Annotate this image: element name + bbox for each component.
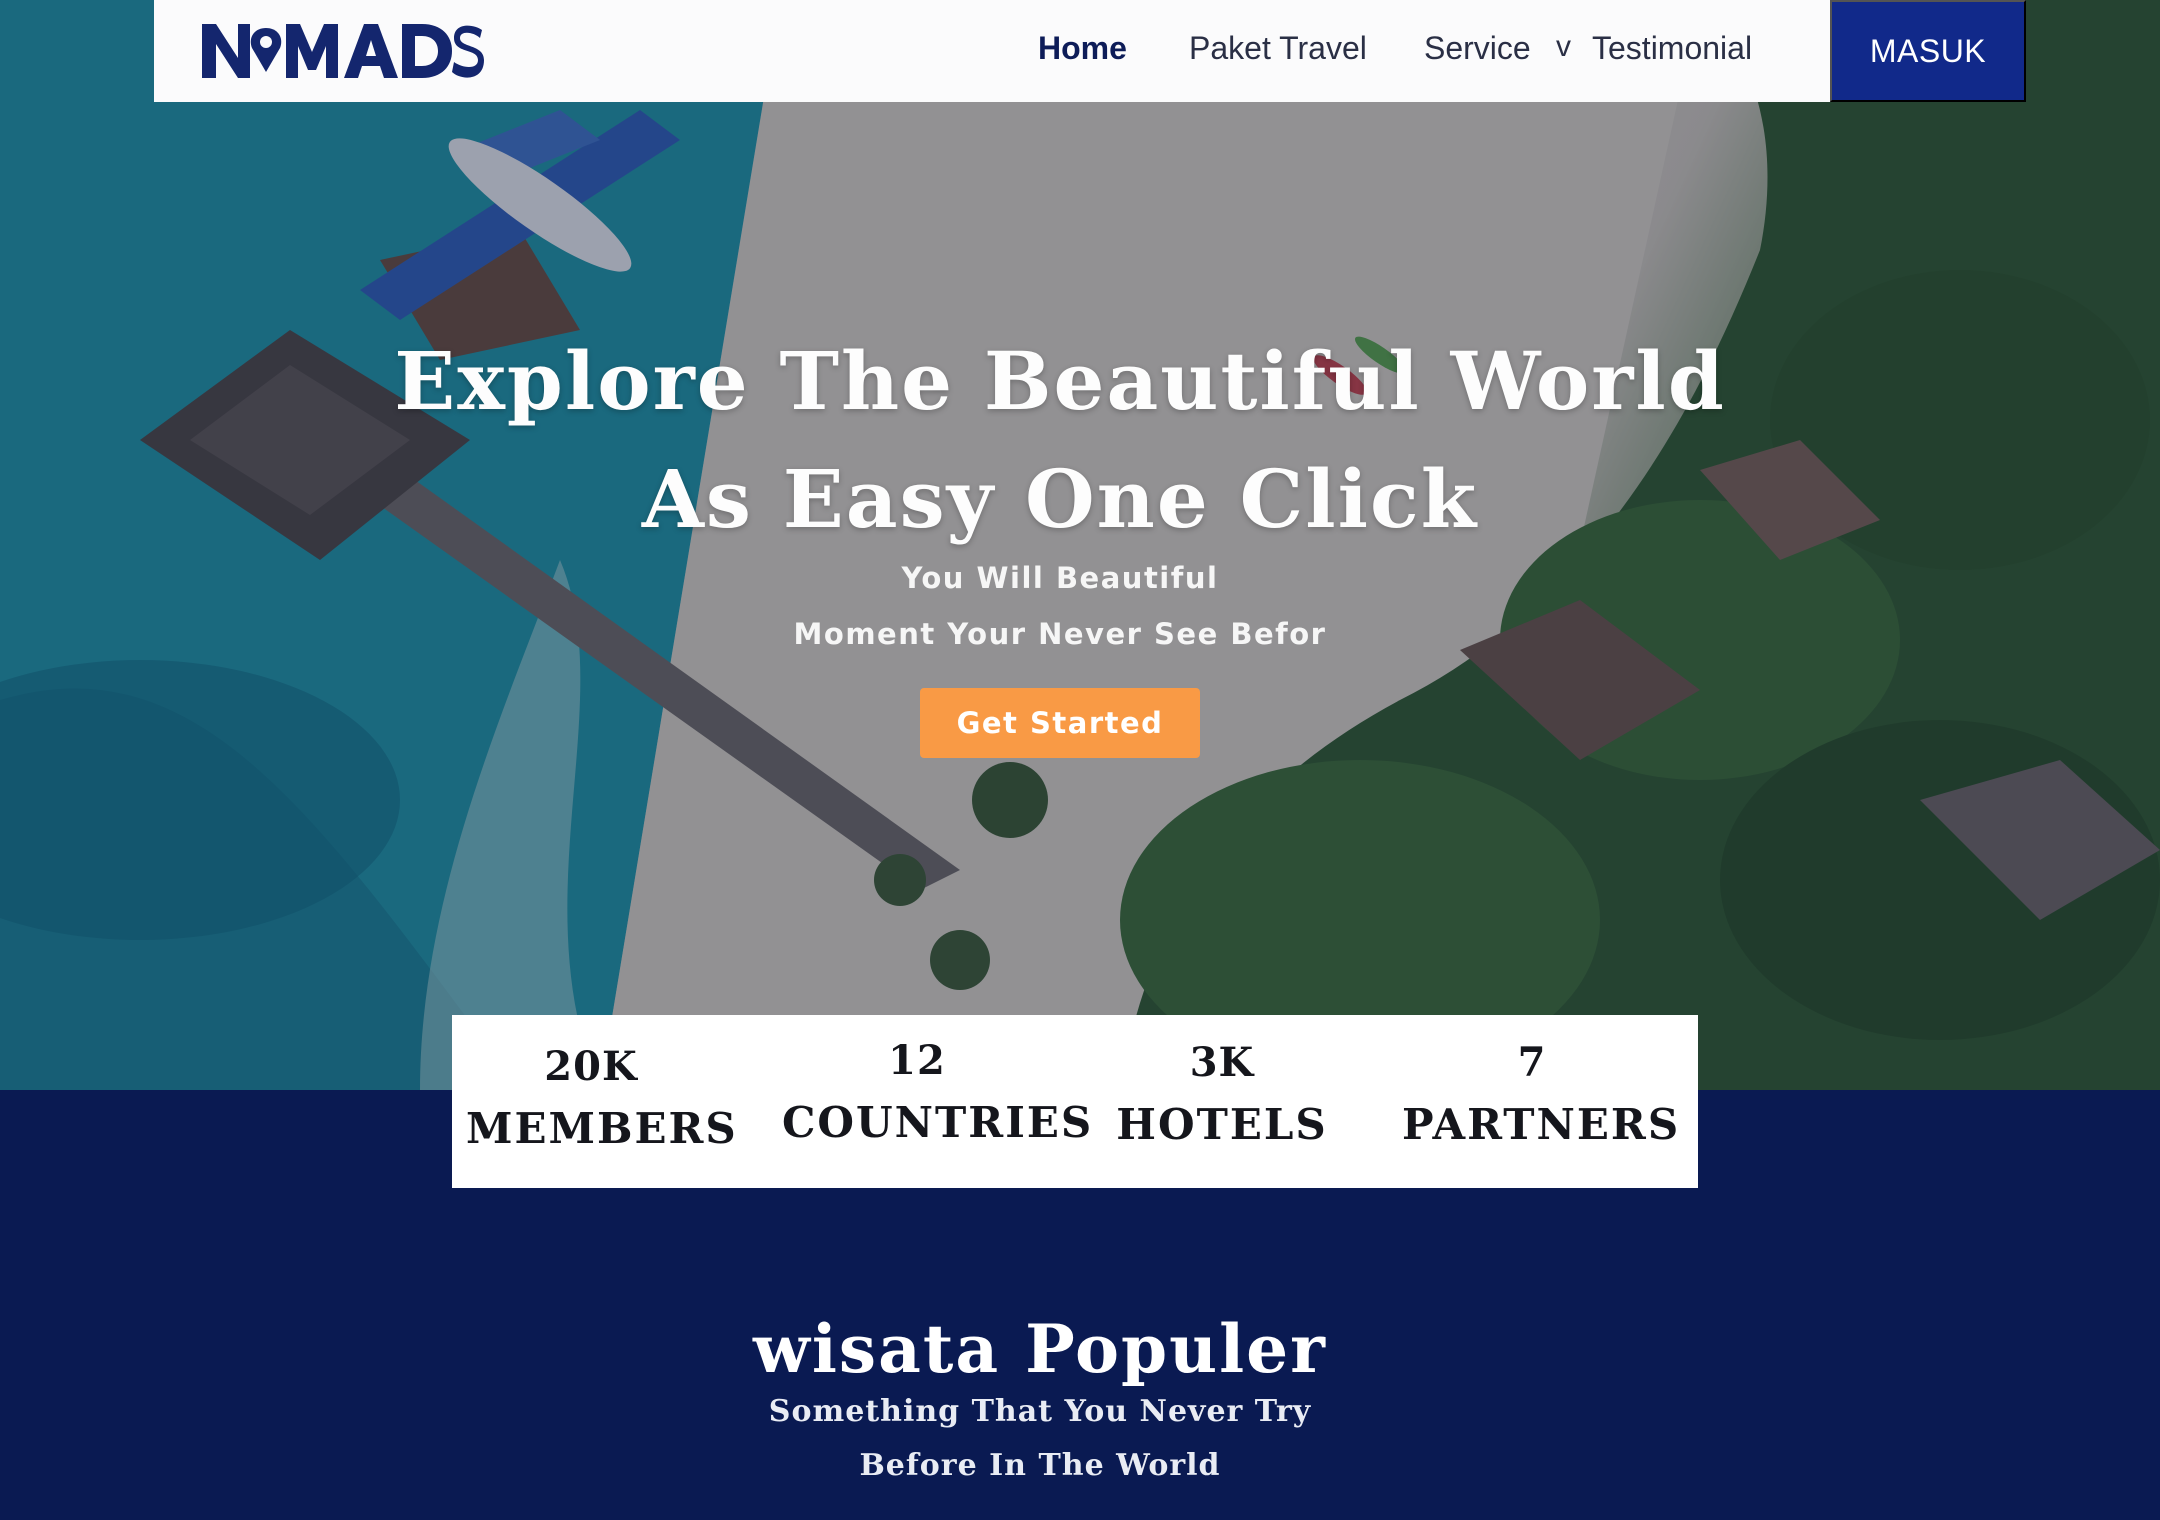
nav-service-link[interactable]: Service bbox=[1424, 30, 1531, 67]
login-button[interactable]: MASUK bbox=[1830, 0, 2026, 102]
main-nav: Home Paket Travel Service v Testimonial bbox=[154, 0, 2026, 102]
nav-testimonial-link[interactable]: Testimonial bbox=[1592, 30, 1752, 67]
stat-label: HOTELS bbox=[1116, 1100, 1328, 1149]
hero-subtitle-line2: Moment Your Never See Befor bbox=[793, 617, 1327, 651]
nav-home-link[interactable]: Home bbox=[1038, 30, 1127, 67]
stat-members: 20K MEMBERS bbox=[466, 1015, 738, 1188]
stat-value: 20K bbox=[544, 1043, 638, 1090]
stat-hotels: 3K HOTELS bbox=[1112, 1015, 1332, 1188]
popular-title: wisata Populer bbox=[753, 1309, 1327, 1388]
hero-title-line2: As Easy One Click bbox=[641, 451, 1479, 546]
stat-label: PARTNERS bbox=[1402, 1100, 1681, 1149]
popular-subtitle-line2: Before In The World bbox=[859, 1448, 1221, 1483]
stat-label: MEMBERS bbox=[466, 1104, 738, 1153]
stat-value: 7 bbox=[1517, 1039, 1547, 1086]
hero-title-line1: Explore The Beautiful World bbox=[394, 333, 1726, 428]
stat-value: 12 bbox=[888, 1037, 946, 1084]
nav-paket-travel-link[interactable]: Paket Travel bbox=[1189, 30, 1367, 67]
stat-label: COUNTRIES bbox=[782, 1098, 1094, 1147]
stat-countries: 12 COUNTRIES bbox=[782, 1015, 1094, 1188]
stat-value: 3K bbox=[1189, 1039, 1255, 1086]
get-started-button[interactable]: Get Started bbox=[920, 688, 1200, 758]
stat-partners: 7 PARTNERS bbox=[1402, 1015, 1681, 1188]
chevron-down-icon[interactable]: v bbox=[1556, 30, 1571, 64]
hero-subtitle-line1: You Will Beautiful bbox=[901, 561, 1219, 595]
stats-card: 20K MEMBERS 12 COUNTRIES 3K HOTELS 7 PAR… bbox=[452, 1015, 1698, 1188]
popular-subtitle-line1: Something That You Never Try bbox=[768, 1394, 1312, 1429]
top-navbar: Home Paket Travel Service v Testimonial … bbox=[154, 0, 2026, 102]
